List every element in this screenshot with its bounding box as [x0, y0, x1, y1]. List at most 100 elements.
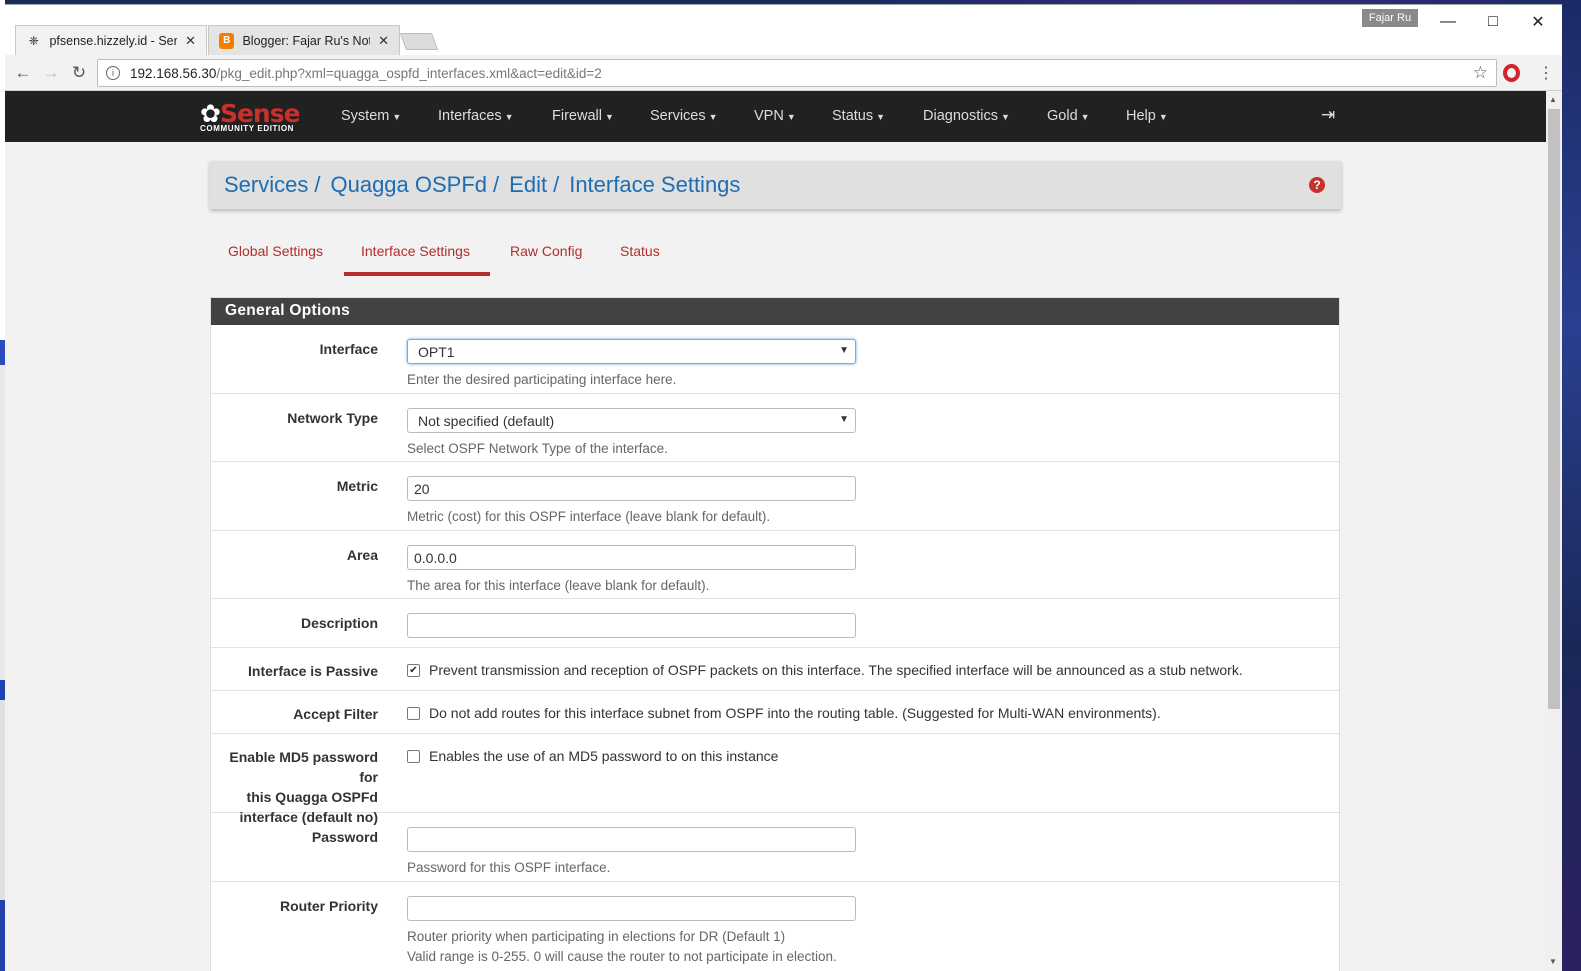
caret-down-icon: ▼ [604, 112, 614, 122]
passive-text: Prevent transmission and reception of OS… [429, 662, 1243, 678]
breadcrumb-services[interactable]: Services [224, 172, 308, 198]
passive-checkbox[interactable]: ✔ [407, 663, 420, 677]
bookmark-star-icon[interactable]: ☆ [1473, 63, 1488, 83]
area-hint: The area for this interface (leave blank… [407, 578, 710, 593]
metric-input[interactable]: 20 [407, 476, 856, 501]
scroll-up-icon[interactable]: ▲ [1549, 95, 1557, 104]
opera-icon[interactable] [1503, 64, 1520, 82]
interface-select[interactable]: OPT1 ▼ [407, 339, 856, 364]
minimize-icon[interactable]: — [1433, 11, 1463, 33]
password-input[interactable] [407, 827, 856, 852]
accept-filter-text: Do not add routes for this interface sub… [429, 705, 1161, 721]
nav-interfaces[interactable]: Interfaces ▼ [438, 108, 514, 124]
network-type-hint: Select OSPF Network Type of the interfac… [407, 441, 668, 456]
tab-status[interactable]: Status [620, 243, 660, 259]
url-host: 192.168.56.30 [130, 65, 217, 81]
caret-down-icon: ▼ [708, 112, 718, 122]
row-accept-filter: Accept Filter Do not add routes for this… [211, 691, 1339, 734]
url-path: /pkg_edit.php?xml=quagga_ospfd_interface… [216, 65, 602, 81]
page-scrollbar[interactable]: ▲ ▼ [1546, 91, 1562, 971]
desktop-background-right [1562, 0, 1581, 971]
network-type-value: Not specified (default) [418, 412, 555, 429]
metric-label: Metric [336, 478, 378, 494]
router-priority-hint: Router priority when participating in el… [407, 929, 837, 964]
scrollbar-thumb[interactable] [1548, 109, 1560, 709]
metric-hint: Metric (cost) for this OSPF interface (l… [407, 509, 771, 524]
breadcrumb-edit[interactable]: Edit [509, 172, 547, 198]
router-priority-label: Router Priority [279, 898, 378, 914]
caret-down-icon: ▼ [1080, 112, 1090, 122]
back-icon[interactable]: ← [11, 62, 35, 84]
pfsense-icon: ❈ [28, 33, 39, 48]
router-priority-input[interactable] [407, 896, 856, 921]
caret-down-icon: ▼ [1158, 112, 1168, 122]
row-metric: Metric 20 Metric (cost) for this OSPF in… [211, 462, 1339, 531]
caret-down-icon: ▼ [504, 112, 514, 122]
close-icon[interactable]: ✕ [378, 33, 389, 49]
scroll-down-icon[interactable]: ▼ [1549, 957, 1557, 966]
row-description: Description [211, 599, 1339, 648]
description-label: Description [300, 615, 378, 631]
nav-diagnostics[interactable]: Diagnostics ▼ [923, 108, 1010, 124]
caret-down-icon: ▼ [786, 112, 796, 122]
accept-filter-label: Accept Filter [293, 706, 378, 722]
row-area: Area 0.0.0.0 The area for this interface… [211, 531, 1339, 599]
reload-icon[interactable]: ↻ [67, 62, 91, 84]
address-bar[interactable]: i 192.168.56.30/pkg_edit.php?xml=quagga_… [97, 59, 1497, 87]
logout-icon[interactable]: ⇥ [1321, 105, 1335, 125]
info-icon[interactable]: i [106, 66, 120, 80]
logo-subtitle: COMMUNITY EDITION [200, 124, 295, 133]
menu-icon[interactable]: ⋮ [1538, 63, 1554, 83]
tab-raw-config[interactable]: Raw Config [510, 243, 582, 259]
browser-tab-blogger[interactable]: B Blogger: Fajar Ru's Note ✕ [208, 25, 400, 55]
tab-global-settings[interactable]: Global Settings [228, 243, 323, 259]
nav-vpn[interactable]: VPN ▼ [754, 108, 796, 124]
nav-firewall[interactable]: Firewall ▼ [552, 108, 614, 124]
forward-icon[interactable]: → [39, 62, 63, 84]
breadcrumb-interface-settings[interactable]: Interface Settings [569, 172, 740, 198]
interface-label: Interface [319, 341, 378, 357]
row-password: Password Password for this OSPF interfac… [211, 813, 1339, 882]
password-label: Password [311, 829, 378, 845]
breadcrumb: Services / Quagga OSPFd / Edit / Interface … [210, 161, 1341, 209]
nav-help[interactable]: Help ▼ [1126, 108, 1168, 124]
pfsense-logo[interactable]: ✿Sense COMMUNITY EDITION [200, 99, 301, 133]
area-input[interactable]: 0.0.0.0 [407, 545, 856, 570]
top-navbar: ✿Sense COMMUNITY EDITION System ▼ Interfa… [5, 91, 1546, 142]
description-input[interactable] [407, 613, 856, 638]
md5-checkbox[interactable] [407, 749, 420, 763]
row-md5: Enable MD5 password for this Quagga OSPF… [211, 734, 1339, 825]
new-tab-button[interactable] [399, 33, 439, 50]
tab-interface-settings[interactable]: Interface Settings [361, 243, 470, 259]
caret-down-icon: ▼ [392, 112, 402, 122]
password-hint: Password for this OSPF interface. [407, 860, 611, 875]
caret-down-icon: ▼ [876, 112, 886, 122]
browser-window: ❈ pfsense.hizzely.id - Servic ✕ B Blogge… [5, 4, 1562, 971]
close-window-icon[interactable]: ✕ [1523, 11, 1553, 33]
help-icon[interactable]: ? [1309, 177, 1325, 193]
chevron-down-icon: ▼ [839, 345, 849, 356]
interface-hint: Enter the desired participating interfac… [407, 372, 677, 387]
md5-text: Enables the use of an MD5 password to on… [429, 748, 779, 764]
browser-toolbar: ← → ↻ i 192.168.56.30/pkg_edit.php?xml=q… [5, 55, 1562, 91]
network-type-select[interactable]: Not specified (default) ▼ [407, 408, 856, 433]
browser-tab-pfsense[interactable]: ❈ pfsense.hizzely.id - Servic ✕ [15, 25, 207, 55]
panel-title: General Options [211, 298, 1339, 325]
area-label: Area [346, 547, 378, 563]
nav-system[interactable]: System ▼ [341, 108, 401, 124]
breadcrumb-quagga-ospfd[interactable]: Quagga OSPFd [330, 172, 487, 198]
caret-down-icon: ▼ [1000, 112, 1010, 122]
nav-gold[interactable]: Gold ▼ [1047, 108, 1090, 124]
network-type-label: Network Type [287, 410, 378, 426]
blogger-icon: B [219, 32, 235, 49]
maximize-icon[interactable]: □ [1478, 11, 1508, 33]
close-icon[interactable]: ✕ [185, 33, 196, 49]
interface-value: OPT1 [418, 343, 455, 360]
accept-filter-checkbox[interactable] [407, 706, 420, 720]
profile-button[interactable]: Fajar Ru [1362, 9, 1418, 27]
general-options-panel: General Options Interface OPT1 ▼ Enter t… [210, 297, 1340, 971]
nav-services[interactable]: Services ▼ [650, 108, 718, 124]
nav-status[interactable]: Status ▼ [832, 108, 885, 124]
row-interface: Interface OPT1 ▼ Enter the desired parti… [211, 325, 1339, 394]
passive-label: Interface is Passive [248, 663, 378, 679]
